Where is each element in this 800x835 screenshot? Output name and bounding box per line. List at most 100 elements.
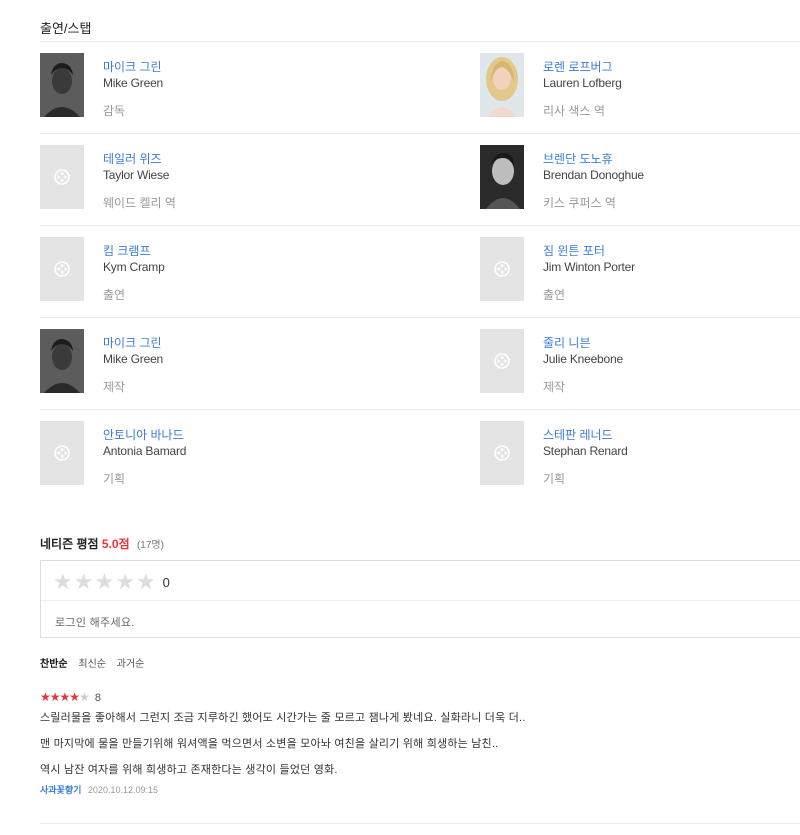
cast-role: 기획 xyxy=(543,472,566,486)
cast-names: 줄리 니븐 Julie Kneebone 제작 xyxy=(543,335,623,395)
star-icon: ★ xyxy=(49,690,61,704)
star-icon[interactable]: ★ xyxy=(136,571,156,593)
star-icon[interactable]: ★ xyxy=(94,571,114,593)
review-line: 스릴러물을 좋아해서 그런지 조금 지루하긴 했어도 시간가는 줄 모르고 잼나… xyxy=(40,712,526,724)
rating-box-divider xyxy=(41,600,800,601)
cast-role: 웨이드 켈리 역 xyxy=(103,196,176,210)
cast-english-name: Taylor Wiese xyxy=(103,168,170,182)
cast-member[interactable]: 줄리 니븐 Julie Kneebone 제작 xyxy=(480,329,800,395)
film-placeholder-icon[interactable] xyxy=(40,237,84,301)
rating-label: 네티즌 평점 xyxy=(40,537,99,551)
rating-count: (17명) xyxy=(136,540,164,551)
film-placeholder-icon[interactable] xyxy=(480,421,524,485)
cast-names: 마이크 그린 Mike Green 감독 xyxy=(103,59,163,119)
cast-member[interactable]: 안토니아 바나드 Antonia Bamard 기획 xyxy=(40,421,370,487)
cast-role: 리사 색스 역 xyxy=(543,104,605,118)
cast-english-name: Mike Green xyxy=(103,76,164,90)
person-photo[interactable] xyxy=(480,53,524,117)
review-line: 역시 남잔 여자를 위해 희생하고 존재한다는 생각이 들었던 영화. xyxy=(40,764,338,776)
cast-row: 테일러 위즈 Taylor Wiese 웨이드 켈리 역 브렌단 도노휴 Brendan… xyxy=(40,134,800,226)
cast-names: 킴 크램프 Kym Cramp 출연 xyxy=(103,243,165,303)
sort-by-likes[interactable]: 찬반순 xyxy=(40,659,68,670)
cast-names: 브렌단 도노휴 Brendan Donoghue 키스 쿠퍼스 역 xyxy=(543,151,644,211)
my-score-value: 0 xyxy=(162,574,170,590)
film-placeholder-icon[interactable] xyxy=(40,421,84,485)
review-line: 맨 마지막에 물을 만들기위해 워셔액을 먹으면서 소변을 모아놔 여친을 살리… xyxy=(40,738,499,750)
cast-row: 안토니아 바나드 Antonia Bamard 기획 스테판 레너드 Stephan R… xyxy=(40,410,800,502)
star-icon[interactable]: ★ xyxy=(74,571,94,593)
cast-grid: 마이크 그린 Mike Green 감독 로렌 로프버그 Lauren Lofberg 리… xyxy=(40,42,800,502)
film-placeholder-icon[interactable] xyxy=(480,329,524,393)
sort-by-newest[interactable]: 최신순 xyxy=(78,659,106,670)
cast-english-name: Jim Winton Porter xyxy=(543,260,635,274)
cast-role: 기획 xyxy=(103,472,126,486)
star-rating-input[interactable]: ★ ★ ★ ★ ★ 0 xyxy=(53,571,170,593)
cast-role: 출연 xyxy=(543,288,566,302)
cast-row: 마이크 그린 Mike Green 제작 줄리 니븐 Julie Kneebone 제작 xyxy=(40,318,800,410)
cast-member[interactable]: 브렌단 도노휴 Brendan Donoghue 키스 쿠퍼스 역 xyxy=(480,145,800,211)
cast-role: 키스 쿠퍼스 역 xyxy=(543,196,616,210)
cast-english-name: Antonia Bamard xyxy=(103,444,187,458)
cast-section-title: 출연/스탭 xyxy=(40,21,92,36)
rating-input-box: ★ ★ ★ ★ ★ 0 로그인 해주세요. xyxy=(40,560,800,638)
cast-english-name: Stephan Renard xyxy=(543,444,628,458)
star-icon: ★ xyxy=(59,690,71,704)
netizen-rating-header: 네티즌 평점 5.0점 (17명) xyxy=(40,535,164,552)
star-icon: ★ xyxy=(69,690,80,704)
cast-member[interactable]: 마이크 그린 Mike Green 제작 xyxy=(40,329,370,395)
cast-names: 테일러 위즈 Taylor Wiese 웨이드 켈리 역 xyxy=(103,151,176,211)
review-username[interactable]: 사과꽃향기 xyxy=(40,785,81,795)
person-photo[interactable] xyxy=(40,53,84,117)
cast-korean-name[interactable]: 로렌 로프버그 xyxy=(543,59,622,75)
cast-english-name: Julie Kneebone xyxy=(543,352,623,366)
star-icon[interactable]: ★ xyxy=(53,571,73,593)
star-icon[interactable]: ★ xyxy=(115,571,135,593)
cast-english-name: Brendan Donoghue xyxy=(543,168,644,182)
review-score: 8 xyxy=(94,692,101,704)
cast-korean-name[interactable]: 마이크 그린 xyxy=(103,59,163,75)
cast-names: 짐 윈튼 포터 Jim Winton Porter 출연 xyxy=(543,243,635,303)
cast-member[interactable]: 킴 크램프 Kym Cramp 출연 xyxy=(40,237,370,303)
cast-korean-name[interactable]: 짐 윈튼 포터 xyxy=(543,243,635,259)
person-photo[interactable] xyxy=(40,329,84,393)
section-divider xyxy=(40,823,800,824)
film-placeholder-icon[interactable] xyxy=(480,237,524,301)
login-prompt[interactable]: 로그인 해주세요. xyxy=(55,614,135,630)
cast-korean-name[interactable]: 스테판 레너드 xyxy=(543,427,628,443)
cast-korean-name[interactable]: 킴 크램프 xyxy=(103,243,165,259)
star-icon: ★ xyxy=(79,690,90,704)
cast-korean-name[interactable]: 안토니아 바나드 xyxy=(103,427,186,443)
cast-korean-name[interactable]: 마이크 그린 xyxy=(103,335,163,351)
cast-member[interactable]: 짐 윈튼 포터 Jim Winton Porter 출연 xyxy=(480,237,800,303)
cast-role: 제작 xyxy=(543,380,566,394)
review-body: 스릴러물을 좋아해서 그런지 조금 지루하긴 했어도 시간가는 줄 모르고 잼나… xyxy=(40,711,800,777)
cast-role: 감독 xyxy=(103,104,126,118)
cast-names: 마이크 그린 Mike Green 제작 xyxy=(103,335,163,395)
film-placeholder-icon[interactable] xyxy=(40,145,84,209)
cast-english-name: Mike Green xyxy=(103,352,164,366)
cast-row: 킴 크램프 Kym Cramp 출연 짐 윈튼 포터 Jim Winton Porter… xyxy=(40,226,800,318)
person-photo[interactable] xyxy=(480,145,524,209)
star-icon: ★ xyxy=(40,690,51,704)
cast-english-name: Kym Cramp xyxy=(103,260,165,274)
cast-member[interactable]: 스테판 레너드 Stephan Renard 기획 xyxy=(480,421,800,487)
cast-korean-name[interactable]: 테일러 위즈 xyxy=(103,151,176,167)
cast-member[interactable]: 로렌 로프버그 Lauren Lofberg 리사 색스 역 xyxy=(480,53,800,119)
cast-names: 스테판 레너드 Stephan Renard 기획 xyxy=(543,427,628,487)
cast-korean-name[interactable]: 줄리 니븐 xyxy=(543,335,623,351)
rating-score: 5.0점 xyxy=(101,537,130,551)
review-sort-tabs: 찬반순 최신순 과거순 xyxy=(40,655,152,670)
review-meta: 사과꽃향기 2020.10.12.09:15 xyxy=(40,783,800,796)
cast-member[interactable]: 테일러 위즈 Taylor Wiese 웨이드 켈리 역 xyxy=(40,145,370,211)
cast-names: 로렌 로프버그 Lauren Lofberg 리사 색스 역 xyxy=(543,59,622,119)
review-stars: ★★★★★ 8 xyxy=(40,690,800,705)
cast-role: 제작 xyxy=(103,380,126,394)
cast-row: 마이크 그린 Mike Green 감독 로렌 로프버그 Lauren Lofberg 리… xyxy=(40,42,800,134)
cast-english-name: Lauren Lofberg xyxy=(543,76,622,90)
cast-names: 안토니아 바나드 Antonia Bamard 기획 xyxy=(103,427,186,487)
cast-role: 출연 xyxy=(103,288,126,302)
review-date: 2020.10.12.09:15 xyxy=(87,785,158,795)
cast-korean-name[interactable]: 브렌단 도노휴 xyxy=(543,151,644,167)
sort-by-oldest[interactable]: 과거순 xyxy=(117,659,145,670)
cast-member[interactable]: 마이크 그린 Mike Green 감독 xyxy=(40,53,370,119)
